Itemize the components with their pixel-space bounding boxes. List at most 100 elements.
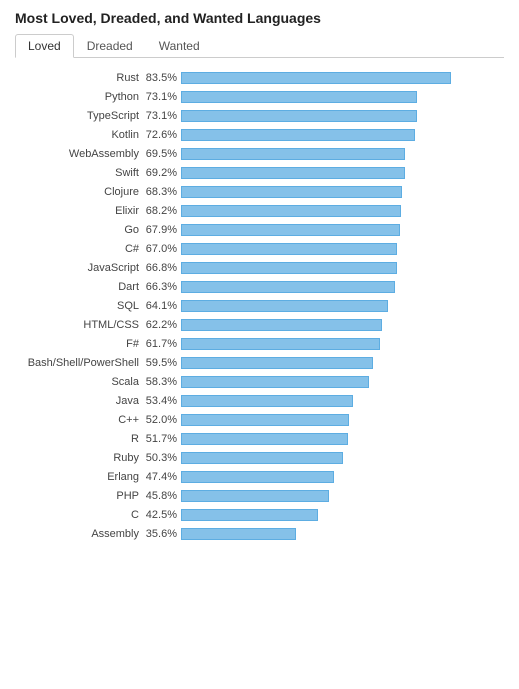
bar-fill bbox=[181, 129, 415, 141]
bar-track bbox=[181, 224, 504, 236]
row-label: Dart bbox=[15, 281, 145, 293]
bar-track bbox=[181, 110, 504, 122]
chart-row: Rust83.5% bbox=[15, 70, 504, 86]
row-value: 68.3% bbox=[145, 186, 181, 198]
row-label: SQL bbox=[15, 300, 145, 312]
bar-track bbox=[181, 357, 504, 369]
tabs-container: Loved Dreaded Wanted bbox=[15, 34, 504, 58]
row-value: 69.5% bbox=[145, 148, 181, 160]
row-label: Java bbox=[15, 395, 145, 407]
bar-track bbox=[181, 452, 504, 464]
chart-row: R51.7% bbox=[15, 431, 504, 447]
row-label: WebAssembly bbox=[15, 148, 145, 160]
row-label: Rust bbox=[15, 72, 145, 84]
tab-loved[interactable]: Loved bbox=[15, 34, 74, 58]
row-value: 67.0% bbox=[145, 243, 181, 255]
chart-row: PHP45.8% bbox=[15, 488, 504, 504]
bar-fill bbox=[181, 243, 397, 255]
bar-fill bbox=[181, 414, 349, 426]
row-value: 61.7% bbox=[145, 338, 181, 350]
bar-track bbox=[181, 433, 504, 445]
chart-row: Bash/Shell/PowerShell59.5% bbox=[15, 355, 504, 371]
tab-dreaded[interactable]: Dreaded bbox=[74, 34, 146, 58]
bar-track bbox=[181, 148, 504, 160]
row-label: Erlang bbox=[15, 471, 145, 483]
bar-fill bbox=[181, 205, 401, 217]
bar-fill bbox=[181, 376, 369, 388]
bar-track bbox=[181, 471, 504, 483]
row-value: 35.6% bbox=[145, 528, 181, 540]
row-value: 83.5% bbox=[145, 72, 181, 84]
bar-fill bbox=[181, 338, 380, 350]
bar-track bbox=[181, 186, 504, 198]
bar-fill bbox=[181, 319, 382, 331]
bar-fill bbox=[181, 262, 397, 274]
row-value: 58.3% bbox=[145, 376, 181, 388]
row-label: R bbox=[15, 433, 145, 445]
bar-fill bbox=[181, 91, 417, 103]
tab-wanted[interactable]: Wanted bbox=[146, 34, 213, 58]
bar-track bbox=[181, 376, 504, 388]
bar-track bbox=[181, 300, 504, 312]
row-value: 73.1% bbox=[145, 110, 181, 122]
chart-row: Swift69.2% bbox=[15, 165, 504, 181]
bar-track bbox=[181, 319, 504, 331]
chart-row: F#61.7% bbox=[15, 336, 504, 352]
row-label: Kotlin bbox=[15, 129, 145, 141]
chart-row: C++52.0% bbox=[15, 412, 504, 428]
bar-track bbox=[181, 281, 504, 293]
row-label: C# bbox=[15, 243, 145, 255]
bar-fill bbox=[181, 509, 318, 521]
bar-fill bbox=[181, 148, 405, 160]
bar-track bbox=[181, 395, 504, 407]
row-value: 59.5% bbox=[145, 357, 181, 369]
row-label: PHP bbox=[15, 490, 145, 502]
row-value: 53.4% bbox=[145, 395, 181, 407]
row-label: Python bbox=[15, 91, 145, 103]
bar-track bbox=[181, 205, 504, 217]
row-label: JavaScript bbox=[15, 262, 145, 274]
bar-track bbox=[181, 414, 504, 426]
bar-fill bbox=[181, 471, 334, 483]
bar-track bbox=[181, 490, 504, 502]
bar-track bbox=[181, 509, 504, 521]
bar-fill bbox=[181, 224, 400, 236]
row-label: Assembly bbox=[15, 528, 145, 540]
chart-row: Ruby50.3% bbox=[15, 450, 504, 466]
row-label: Bash/Shell/PowerShell bbox=[15, 357, 145, 369]
row-value: 45.8% bbox=[145, 490, 181, 502]
bar-fill bbox=[181, 281, 395, 293]
bar-track bbox=[181, 129, 504, 141]
bar-fill bbox=[181, 452, 343, 464]
bar-track bbox=[181, 262, 504, 274]
bar-track bbox=[181, 338, 504, 350]
bar-fill bbox=[181, 528, 296, 540]
row-label: C++ bbox=[15, 414, 145, 426]
page-title: Most Loved, Dreaded, and Wanted Language… bbox=[15, 10, 504, 26]
row-value: 42.5% bbox=[145, 509, 181, 521]
row-value: 47.4% bbox=[145, 471, 181, 483]
row-value: 66.3% bbox=[145, 281, 181, 293]
chart-row: TypeScript73.1% bbox=[15, 108, 504, 124]
row-label: Clojure bbox=[15, 186, 145, 198]
chart-row: C42.5% bbox=[15, 507, 504, 523]
row-label: HTML/CSS bbox=[15, 319, 145, 331]
chart-container: Rust83.5%Python73.1%TypeScript73.1%Kotli… bbox=[15, 70, 504, 542]
bar-fill bbox=[181, 395, 353, 407]
row-value: 51.7% bbox=[145, 433, 181, 445]
chart-row: HTML/CSS62.2% bbox=[15, 317, 504, 333]
bar-fill bbox=[181, 357, 373, 369]
row-label: F# bbox=[15, 338, 145, 350]
row-label: Swift bbox=[15, 167, 145, 179]
row-value: 67.9% bbox=[145, 224, 181, 236]
row-value: 50.3% bbox=[145, 452, 181, 464]
row-label: C bbox=[15, 509, 145, 521]
bar-fill bbox=[181, 72, 451, 84]
bar-track bbox=[181, 72, 504, 84]
chart-row: C#67.0% bbox=[15, 241, 504, 257]
bar-fill bbox=[181, 167, 405, 179]
chart-row: WebAssembly69.5% bbox=[15, 146, 504, 162]
chart-row: Dart66.3% bbox=[15, 279, 504, 295]
chart-row: SQL64.1% bbox=[15, 298, 504, 314]
bar-fill bbox=[181, 186, 402, 198]
